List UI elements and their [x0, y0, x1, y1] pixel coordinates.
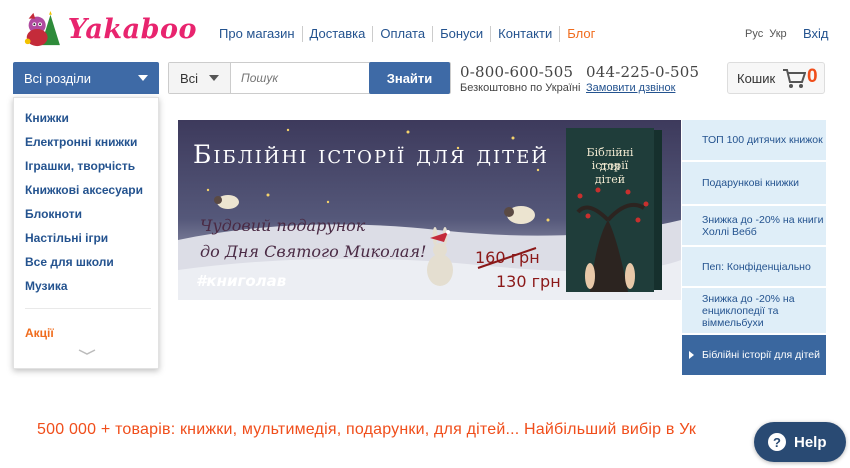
nav-about[interactable]: Про магазин [212, 26, 303, 42]
category-school[interactable]: Все для школи [25, 255, 114, 269]
category-music[interactable]: Музика [25, 279, 68, 293]
nav-contacts[interactable]: Контакти [491, 26, 561, 42]
book-cover-title-2: для [599, 160, 621, 173]
search-scope-value: Всі [180, 70, 199, 86]
expand-more-icon[interactable] [78, 348, 96, 356]
side-item-top100[interactable]: ТОП 100 дитячих книжок [682, 120, 826, 161]
nav-bonuses[interactable]: Бонуси [433, 26, 492, 42]
side-item-encyclopedias[interactable]: Знижка до -20% на енциклопедії та віммел… [682, 288, 826, 334]
side-item-holly-webb[interactable]: Знижка до -20% на книги Холлі Вебб [682, 206, 826, 246]
menu-divider [25, 308, 151, 309]
help-button[interactable]: ? Help [754, 422, 846, 462]
lang-ru[interactable]: Рус [745, 28, 763, 40]
side-item-bible-stories[interactable]: Біблійні історії для дітей [682, 335, 826, 376]
question-icon: ? [768, 433, 786, 451]
category-accessories[interactable]: Книжкові аксесуари [25, 183, 143, 197]
search-scope-select[interactable]: Всі [169, 63, 231, 93]
category-board-games[interactable]: Настільні ігри [25, 231, 108, 245]
cart-label: Кошик [737, 70, 776, 86]
side-item-pep[interactable]: Пеп: Конфіденціально [682, 247, 826, 287]
category-books[interactable]: Книжки [25, 111, 69, 125]
cart-icon [783, 69, 806, 88]
category-toys[interactable]: Іграшки, творчість [25, 159, 135, 173]
store-tagline: 500 000 + товарів: книжки, мультимедія, … [37, 421, 697, 438]
chevron-down-icon [138, 75, 148, 81]
help-label: Help [794, 433, 827, 451]
phone-free: 0-800-600-505 Безкоштовно по Україні [460, 63, 580, 94]
category-menu: Книжки Електронні книжки Іграшки, творчі… [13, 97, 159, 369]
banner-subtitle-2: до Дня Святого Миколая! [200, 242, 427, 261]
logo-text: Yakaboo [67, 13, 197, 45]
phone-number: 0-800-600-505 [460, 63, 574, 81]
banner-hashtag: #книголав [196, 272, 287, 290]
nav-delivery[interactable]: Доставка [303, 26, 374, 42]
old-price: 160 грн [475, 248, 540, 267]
side-item-gift-books[interactable]: Подарункові книжки [682, 162, 826, 205]
category-promotions[interactable]: Акції [25, 326, 54, 340]
all-categories-button[interactable]: Всі розділи [13, 62, 159, 94]
nav-payment[interactable]: Оплата [373, 26, 434, 42]
mascot-icon [24, 10, 60, 47]
login-link[interactable]: Вхід [803, 26, 829, 41]
chevron-down-icon [209, 75, 219, 81]
lang-uk[interactable]: Укр [769, 28, 786, 40]
book-cover-title-3: дітей [594, 173, 626, 186]
new-price: 130 грн [496, 272, 561, 291]
cart-button[interactable]: Кошик 0 [727, 62, 825, 94]
phone-note: Безкоштовно по Україні [460, 82, 581, 94]
category-ebooks[interactable]: Електронні книжки [25, 135, 137, 149]
callback-link[interactable]: Замовити дзвінок [586, 82, 699, 94]
language-switcher: Рус Укр [745, 28, 787, 40]
search-input[interactable] [231, 63, 369, 93]
phone-number: 044-225-0-505 [586, 63, 700, 81]
cart-count: 0 [807, 66, 818, 87]
all-categories-label: Всі розділи [24, 70, 91, 86]
site-logo[interactable]: Yakaboo [22, 8, 197, 50]
promo-banner[interactable]: Біблійні історії для дітей Чудовий подар… [178, 120, 681, 300]
category-notebooks[interactable]: Блокноти [25, 207, 82, 221]
phone-kyiv: 044-225-0-505 Замовити дзвінок [586, 63, 699, 94]
nav-blog[interactable]: Блог [560, 26, 602, 42]
banner-subtitle-1: Чудовий подарунок [200, 216, 366, 235]
top-nav: Про магазин Доставка Оплата Бонуси Конта… [212, 26, 602, 42]
page: Yakaboo Про магазин Доставка Оплата Бону… [0, 0, 850, 468]
banner-title: Біблійні історії для дітей [193, 140, 549, 169]
search-button[interactable]: Знайти [369, 62, 450, 94]
